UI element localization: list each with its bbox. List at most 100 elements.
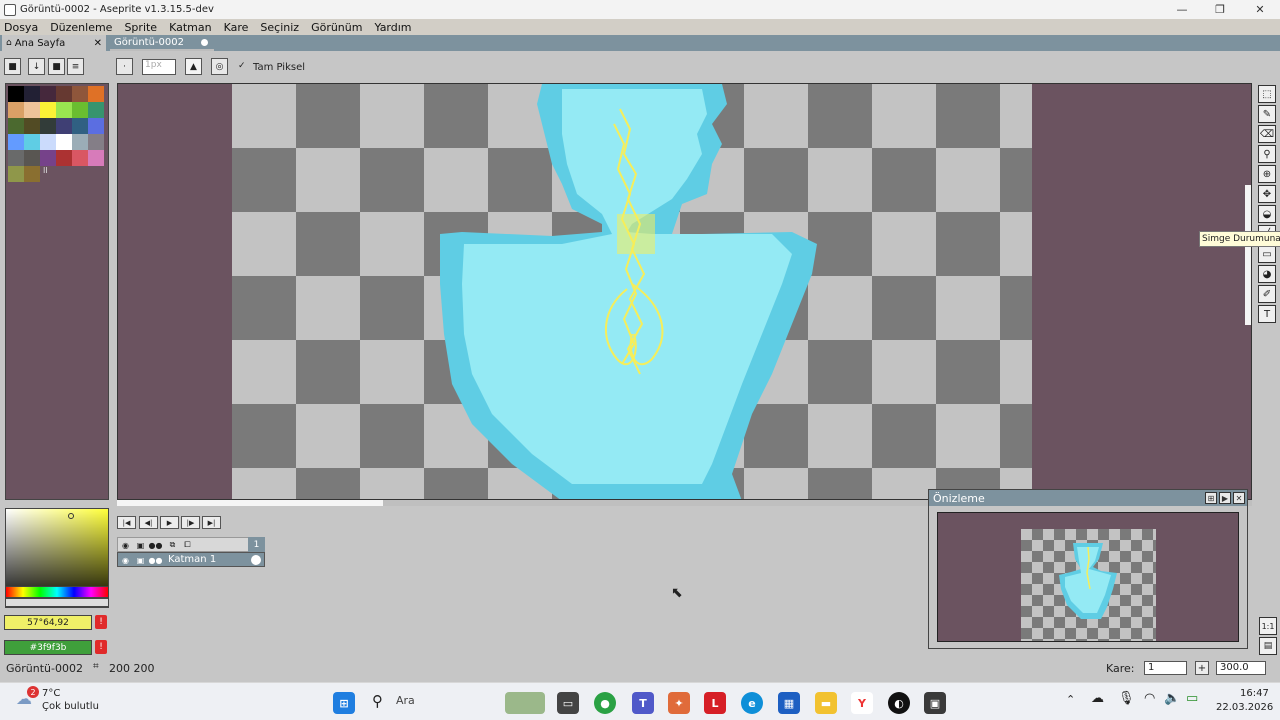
horizontal-scroll-thumb[interactable] bbox=[117, 500, 383, 506]
onedrive-icon[interactable]: ☁ bbox=[1091, 691, 1104, 706]
alpha-slider[interactable] bbox=[5, 598, 109, 607]
lock-icon[interactable]: ■ bbox=[4, 58, 21, 75]
preview-play-icon[interactable]: ▶ bbox=[1219, 492, 1231, 504]
pencil-tool-icon[interactable]: ✎ bbox=[1258, 105, 1276, 123]
clock-date[interactable]: 22.03.2026 bbox=[1216, 702, 1273, 713]
palette-swatch[interactable] bbox=[24, 150, 40, 166]
eyedropper-tool-icon[interactable]: ⚲ bbox=[1258, 145, 1276, 163]
clock-time[interactable]: 16:47 bbox=[1240, 688, 1269, 699]
blur-tool-icon[interactable]: ◕ bbox=[1258, 265, 1276, 283]
ink-icon[interactable]: ▲ bbox=[185, 58, 202, 75]
palette-swatch[interactable] bbox=[88, 134, 104, 150]
zoom-input[interactable]: 300.0 bbox=[1216, 661, 1266, 675]
steam-icon[interactable]: ◐ bbox=[888, 692, 910, 714]
palette-swatch[interactable] bbox=[40, 150, 56, 166]
menu-lines-icon[interactable]: ≡ bbox=[67, 58, 84, 75]
store-icon[interactable]: ▦ bbox=[778, 692, 800, 714]
close-window-button[interactable]: ✕ bbox=[1240, 0, 1280, 19]
palette-swatch[interactable] bbox=[40, 86, 56, 102]
yandex-icon[interactable]: Y bbox=[851, 692, 873, 714]
preview-canvas[interactable] bbox=[1021, 529, 1156, 641]
frame-input[interactable]: 1 bbox=[1144, 661, 1187, 675]
brush-type-icon[interactable]: · bbox=[116, 58, 133, 75]
menu-select[interactable]: Seçiniz bbox=[260, 21, 299, 34]
sprite-canvas[interactable] bbox=[232, 84, 1032, 499]
link-header-icon[interactable]: ⧉ bbox=[166, 539, 179, 551]
palette-swatch[interactable] bbox=[8, 134, 24, 150]
frame-header[interactable]: 1 bbox=[248, 537, 265, 552]
visibility-header-icon[interactable]: ◉ bbox=[119, 539, 132, 551]
palette-swatch[interactable] bbox=[24, 134, 40, 150]
cel-header-icon[interactable]: ⧠ bbox=[181, 539, 194, 551]
pixel-perfect-checkbox[interactable]: ✓ bbox=[238, 61, 246, 71]
layer-name[interactable]: Katman 1 bbox=[168, 554, 216, 565]
add-frame-icon[interactable]: + bbox=[1195, 661, 1209, 675]
onion-icon[interactable]: ●● bbox=[149, 554, 163, 566]
layer-lock-icon[interactable]: ▣ bbox=[134, 554, 147, 566]
zoom-tool-icon[interactable]: ⊕ bbox=[1258, 165, 1276, 183]
foreground-color[interactable]: 57°64,92 bbox=[4, 615, 92, 630]
palette-swatch[interactable] bbox=[8, 166, 24, 182]
maximize-button[interactable]: ❐ bbox=[1200, 0, 1240, 19]
sprite-editor[interactable] bbox=[117, 83, 1252, 500]
palette-swatch[interactable] bbox=[24, 102, 40, 118]
lock-header-icon[interactable]: ▣ bbox=[134, 539, 147, 551]
one-to-one-icon[interactable]: 1:1 bbox=[1259, 617, 1277, 635]
volume-icon[interactable]: 🔈 bbox=[1164, 691, 1180, 706]
palette-swatch[interactable] bbox=[72, 102, 88, 118]
palette-swatch[interactable] bbox=[56, 134, 72, 150]
fill-tool-icon[interactable]: ◒ bbox=[1258, 205, 1276, 223]
spray-tool-icon[interactable]: ✐ bbox=[1258, 285, 1276, 303]
tab-home[interactable]: ⌂ Ana Sayfa ✕ bbox=[2, 35, 106, 51]
palette-swatch[interactable] bbox=[8, 118, 24, 134]
palette-swatch[interactable] bbox=[88, 102, 104, 118]
palette-swatch[interactable] bbox=[56, 118, 72, 134]
rectangle-tool-icon[interactable]: ▭ bbox=[1258, 245, 1276, 263]
menu-view[interactable]: Görünüm bbox=[311, 21, 362, 34]
palette-swatch[interactable] bbox=[24, 86, 40, 102]
unsaved-dot-icon[interactable] bbox=[201, 39, 208, 46]
stop-icon[interactable]: ■ bbox=[48, 58, 65, 75]
teams-icon[interactable]: T bbox=[632, 692, 654, 714]
hue-slider[interactable] bbox=[5, 586, 109, 598]
last-frame-icon[interactable]: ▶| bbox=[202, 516, 221, 529]
download-icon[interactable]: ↓ bbox=[28, 58, 45, 75]
layer-row[interactable]: ◉ ▣ ●● Katman 1 bbox=[117, 552, 265, 567]
tab-home-close-icon[interactable]: ✕ bbox=[94, 38, 102, 49]
copilot-icon[interactable]: ✦ bbox=[668, 692, 690, 714]
menu-layer[interactable]: Katman bbox=[169, 21, 212, 34]
background-color[interactable]: #3f9f3b bbox=[4, 640, 92, 655]
vertical-scroll-thumb[interactable] bbox=[1245, 185, 1251, 325]
menu-edit[interactable]: Düzenleme bbox=[50, 21, 112, 34]
palette-swatch[interactable] bbox=[88, 86, 104, 102]
palette-swatch[interactable] bbox=[40, 134, 56, 150]
file-explorer-icon[interactable]: ▬ bbox=[815, 692, 837, 714]
battery-icon[interactable]: ▭ bbox=[1186, 691, 1198, 706]
opacity-icon[interactable]: ◎ bbox=[211, 58, 228, 75]
edge-icon[interactable]: e bbox=[741, 692, 763, 714]
palette-swatch[interactable] bbox=[40, 102, 56, 118]
cel-dot-icon[interactable] bbox=[251, 555, 261, 565]
eraser-tool-icon[interactable]: ⌫ bbox=[1258, 125, 1276, 143]
timeline-toggle-icon[interactable]: ▤ bbox=[1259, 637, 1277, 655]
menu-file[interactable]: Dosya bbox=[4, 21, 38, 34]
play-icon[interactable]: ▶ bbox=[160, 516, 179, 529]
next-frame-icon[interactable]: |▶ bbox=[181, 516, 200, 529]
palette-swatch[interactable] bbox=[88, 118, 104, 134]
windows-start-icon[interactable]: ⊞ bbox=[333, 692, 355, 714]
eye-icon[interactable]: ◉ bbox=[119, 554, 132, 566]
palette-swatch[interactable] bbox=[24, 166, 40, 182]
bg-warning-icon[interactable]: ! bbox=[95, 640, 107, 654]
task-view-icon[interactable]: ▭ bbox=[557, 692, 579, 714]
palette-swatch[interactable] bbox=[24, 118, 40, 134]
palette-swatch[interactable] bbox=[8, 86, 24, 102]
palette-swatch[interactable] bbox=[72, 134, 88, 150]
wifi-icon[interactable]: ◠ bbox=[1144, 691, 1155, 706]
preview-mode-icon[interactable]: ⊞ bbox=[1205, 492, 1217, 504]
aseprite-taskbar-icon[interactable]: ▣ bbox=[924, 692, 946, 714]
palette-swatch[interactable] bbox=[72, 150, 88, 166]
prev-frame-icon[interactable]: ◀| bbox=[139, 516, 158, 529]
menu-frame[interactable]: Kare bbox=[224, 21, 249, 34]
move-tool-icon[interactable]: ✥ bbox=[1258, 185, 1276, 203]
preview-title-bar[interactable]: Önizleme ⊞ ▶ ✕ bbox=[929, 490, 1247, 506]
